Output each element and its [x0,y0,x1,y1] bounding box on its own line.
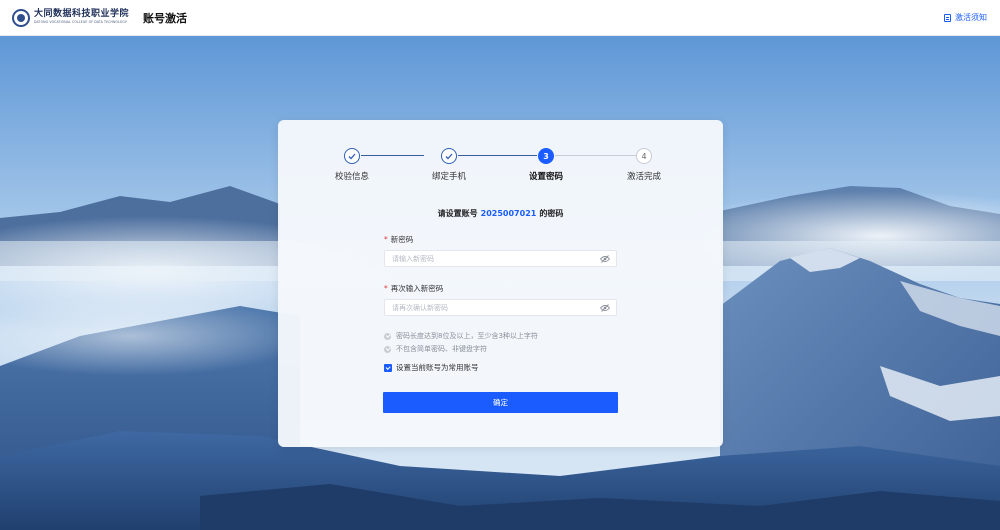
confirm-button[interactable]: 确定 [383,392,618,413]
step-set-password: 3 设置密码 [511,148,581,182]
confirm-password-box [384,299,617,316]
eye-slash-icon[interactable] [600,255,610,263]
prompt-prefix: 请设置账号 [437,209,478,218]
logo-name-en: DATONG VOCATIONAL COLLEGE OF DATA TECHNO… [34,20,127,25]
step-bind-phone: 绑定手机 [414,148,484,182]
activation-card: 校验信息 绑定手机 3 设置密码 4 激活完成 请设置账号 2025007021 的… [278,120,723,447]
logo-text: 大同数据科技职业学院 DATONG VOCATIONAL COLLEGE OF … [34,10,129,24]
new-password-input[interactable] [392,254,592,263]
document-icon [944,13,951,22]
password-rule: 不包含简单密码、非键盘字符 [384,344,487,354]
top-header: 大同数据科技职业学院 DATONG VOCATIONAL COLLEGE OF … [0,0,1000,36]
new-password-label: * 新密码 [384,234,413,245]
step-label: 绑定手机 [431,172,466,182]
check-circle-icon [384,345,391,353]
step-activation-done: 4 激活完成 [609,148,679,182]
set-default-account-checkbox[interactable]: 设置当前账号为常用账号 [384,362,479,373]
college-seal-icon [12,8,30,27]
logo-name-cn: 大同数据科技职业学院 [34,9,130,20]
page-title: 账号激活 [143,11,188,25]
step-verify-info: 校验信息 [317,148,387,182]
step-label: 激活完成 [626,172,661,182]
check-circle-icon [384,332,391,340]
activation-notice-link[interactable]: 激活须知 [944,12,987,23]
step-number: 3 [538,148,554,164]
account-number: 2025007021 [480,209,537,218]
check-icon [441,148,457,164]
password-rule: 密码长度达到8位及以上，至少含3种以上字符 [384,331,538,341]
new-password-box [384,250,617,267]
progress-steps: 校验信息 绑定手机 3 设置密码 4 激活完成 [278,120,723,200]
college-logo[interactable]: 大同数据科技职业学院 DATONG VOCATIONAL COLLEGE OF … [12,8,129,27]
set-default-account-label: 设置当前账号为常用账号 [396,363,479,372]
activation-notice-label: 激活须知 [955,13,987,22]
confirm-password-label-text: 再次输入新密码 [390,284,444,293]
eye-slash-icon[interactable] [600,304,610,312]
checkbox-checked-icon[interactable] [384,363,392,372]
step-label: 设置密码 [528,172,563,182]
required-mark: * [384,235,388,244]
step-number: 4 [636,148,652,164]
step-label: 校验信息 [334,172,369,182]
password-prompt: 请设置账号 2025007021 的密码 [278,208,723,219]
rule-text: 密码长度达到8位及以上，至少含3种以上字符 [396,332,538,340]
required-mark: * [384,284,388,293]
rule-text: 不包含简单密码、非键盘字符 [396,345,487,353]
check-icon [344,148,360,164]
confirm-password-input[interactable] [392,303,592,312]
new-password-label-text: 新密码 [390,235,414,244]
confirm-password-label: * 再次输入新密码 [384,283,443,294]
prompt-suffix: 的密码 [539,209,564,218]
